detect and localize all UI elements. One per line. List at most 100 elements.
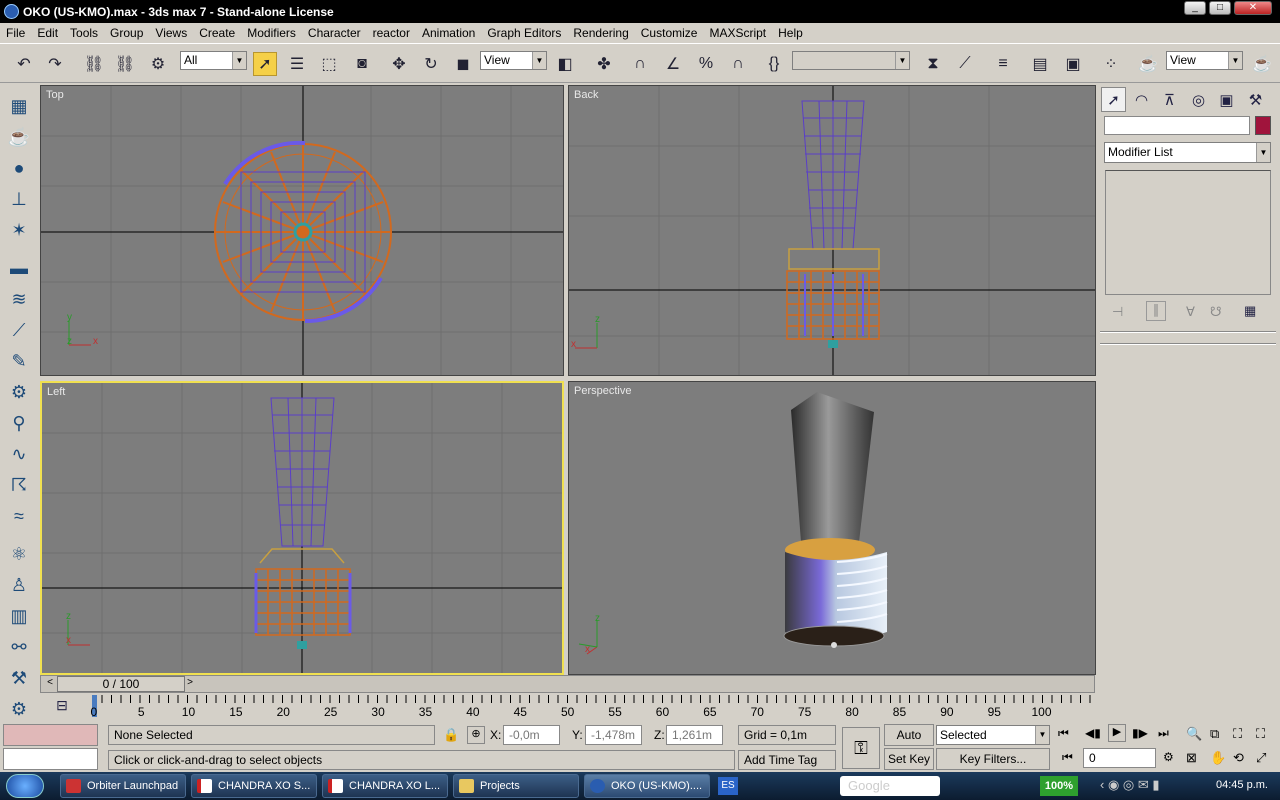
pivot-center-icon[interactable]: ◧: [553, 52, 577, 76]
quick-render-icon[interactable]: ☕: [1250, 52, 1274, 76]
menu-create[interactable]: Create: [193, 26, 241, 40]
next-frame-icon[interactable]: ▮▶: [1132, 726, 1148, 740]
dashpot-icon[interactable]: ⚒: [6, 665, 32, 691]
helper-icon[interactable]: ⚲: [6, 410, 32, 436]
taskbar-item-chandra-l[interactable]: CHANDRA XO L...: [322, 774, 448, 798]
taskbar-item-chandra-s[interactable]: CHANDRA XO S...: [191, 774, 317, 798]
object-color-swatch[interactable]: [1255, 116, 1271, 135]
object-name-field[interactable]: [1104, 116, 1250, 135]
link-icon[interactable]: ⛓: [82, 52, 106, 76]
cloth-icon[interactable]: ▥: [6, 603, 32, 629]
clock[interactable]: 04:45 p.m.: [1216, 779, 1268, 791]
taskbar-item-orbiter[interactable]: Orbiter Launchpad: [60, 774, 186, 798]
window-crossing-icon[interactable]: ◙: [350, 52, 374, 76]
pan-hand-icon[interactable]: ✋: [1210, 750, 1226, 766]
lock-icon[interactable]: 🔒: [443, 727, 459, 743]
render-view-dropdown[interactable]: View ▼: [1166, 51, 1243, 70]
paint-icon[interactable]: ✎: [6, 348, 32, 374]
extrude-icon[interactable]: ▬: [6, 255, 32, 281]
absolute-mode-icon[interactable]: ⊕: [467, 726, 485, 744]
schematic-view-icon[interactable]: ▣: [1061, 52, 1085, 76]
create-tab-icon[interactable]: ➚: [1101, 87, 1126, 112]
named-selection-dropdown[interactable]: ▼: [792, 51, 910, 70]
utilities-tab-icon[interactable]: ⚒: [1243, 87, 1268, 112]
viewport-label-left[interactable]: Left: [47, 386, 65, 398]
select-object-icon[interactable]: ➚: [253, 52, 277, 76]
modifier-stack[interactable]: [1105, 170, 1271, 295]
key-filters-button[interactable]: Key Filters...: [936, 748, 1050, 770]
google-search-box[interactable]: Google: [840, 776, 940, 796]
viewport-top[interactable]: Top y z x: [40, 85, 564, 376]
ripple-icon[interactable]: ≈: [6, 503, 32, 529]
lathe-icon[interactable]: ≋: [6, 286, 32, 312]
rectangular-selection-icon[interactable]: ⬚: [317, 52, 341, 76]
time-prev-arrow-icon[interactable]: <: [43, 677, 57, 691]
hierarchy-tab-icon[interactable]: ⊼: [1157, 87, 1182, 112]
percent-snap-icon[interactable]: %: [694, 52, 718, 76]
display-tab-icon[interactable]: ▣: [1214, 87, 1239, 112]
menu-views[interactable]: Views: [149, 26, 193, 40]
field-of-view-icon[interactable]: ⊠: [1186, 750, 1197, 766]
create-cylinder-icon[interactable]: ⊥: [6, 186, 32, 212]
z-coord-field[interactable]: 1,261m: [666, 725, 723, 745]
viewport-label-top[interactable]: Top: [46, 89, 64, 101]
show-end-result-icon[interactable]: ∥: [1146, 301, 1166, 321]
snaps-toggle-icon[interactable]: ∩: [628, 52, 652, 76]
language-indicator[interactable]: ES: [718, 777, 738, 795]
zoom-icon[interactable]: 🔍: [1186, 726, 1202, 742]
menu-file[interactable]: File: [0, 26, 31, 40]
curve-editor-icon[interactable]: ▤: [1028, 52, 1052, 76]
angle-snap-icon[interactable]: ∠: [661, 52, 685, 76]
viewport-left[interactable]: Left z x: [40, 381, 564, 675]
menu-modifiers[interactable]: Modifiers: [241, 26, 302, 40]
undo-icon[interactable]: ↶: [12, 52, 36, 76]
menu-edit[interactable]: Edit: [31, 26, 64, 40]
utility-icon[interactable]: ⚙: [6, 696, 32, 722]
maximize-button[interactable]: □: [1209, 1, 1231, 15]
add-time-tag-button[interactable]: Add Time Tag: [738, 750, 836, 770]
menu-character[interactable]: Character: [302, 26, 367, 40]
menu-group[interactable]: Group: [104, 26, 149, 40]
maxscript-listener-pink[interactable]: [3, 724, 98, 746]
edit-named-selection-icon[interactable]: {}: [762, 52, 786, 76]
viewport-back[interactable]: Back z x: [568, 85, 1096, 376]
pin-stack-icon[interactable]: ⊣: [1112, 304, 1123, 320]
select-scale-icon[interactable]: ◼: [451, 52, 475, 76]
unlink-icon[interactable]: ⛓: [113, 52, 137, 76]
align-icon[interactable]: ⟋: [953, 52, 977, 76]
selection-filter-dropdown[interactable]: All ▼: [180, 51, 247, 70]
track-bar[interactable]: 0 5 10 15 20 25 30 35 40 45 50 55 60 65 70 75 80 85 90 95 10…: [40, 695, 1095, 721]
spinner-snap-icon[interactable]: ∩: [726, 52, 750, 76]
time-slider-track[interactable]: < 0 / 100 >: [40, 675, 1095, 693]
key-mode-dropdown[interactable]: Selected ▼: [936, 725, 1050, 745]
menu-customize[interactable]: Customize: [635, 26, 704, 40]
modifier-list-dropdown[interactable]: Modifier List ▼: [1104, 142, 1271, 163]
close-button[interactable]: ✕: [1234, 1, 1272, 15]
bone-icon[interactable]: ☈: [6, 472, 32, 498]
menu-help[interactable]: Help: [772, 26, 809, 40]
gear-icon[interactable]: ⚙: [6, 379, 32, 405]
menu-graph-editors[interactable]: Graph Editors: [481, 26, 567, 40]
tray-icons[interactable]: ‹ ◉ ◎ ✉ ▮: [1100, 777, 1160, 793]
select-move-icon[interactable]: ✥: [387, 52, 411, 76]
zoom-extents-all-icon[interactable]: ⛶: [1256, 726, 1265, 742]
reactor-icon[interactable]: ⚛: [6, 541, 32, 567]
arc-rotate-icon[interactable]: ⟲: [1233, 750, 1244, 766]
maxscript-listener-white[interactable]: [3, 748, 98, 770]
menu-animation[interactable]: Animation: [416, 26, 481, 40]
key-mode-toggle-icon[interactable]: ⏮: [1062, 750, 1073, 765]
bind-space-warp-icon[interactable]: ⚙: [146, 52, 170, 76]
zoom-all-icon[interactable]: ⧉: [1210, 726, 1219, 742]
create-teapot-icon[interactable]: ☕: [6, 124, 32, 150]
time-config-icon[interactable]: ⚙: [1163, 750, 1174, 764]
reference-coord-dropdown[interactable]: View ▼: [480, 51, 547, 70]
viewport-perspective[interactable]: Perspective z x: [568, 381, 1096, 675]
set-key-button[interactable]: Set Key: [884, 748, 934, 770]
create-star-icon[interactable]: ✶: [6, 217, 32, 243]
make-unique-icon[interactable]: ∀: [1186, 304, 1195, 320]
minimize-button[interactable]: _: [1184, 1, 1206, 15]
wave-icon[interactable]: ∿: [6, 441, 32, 467]
time-next-arrow-icon[interactable]: >: [183, 677, 197, 691]
select-manipulate-icon[interactable]: ✤: [592, 52, 616, 76]
go-to-start-icon[interactable]: ⏮: [1058, 726, 1069, 741]
